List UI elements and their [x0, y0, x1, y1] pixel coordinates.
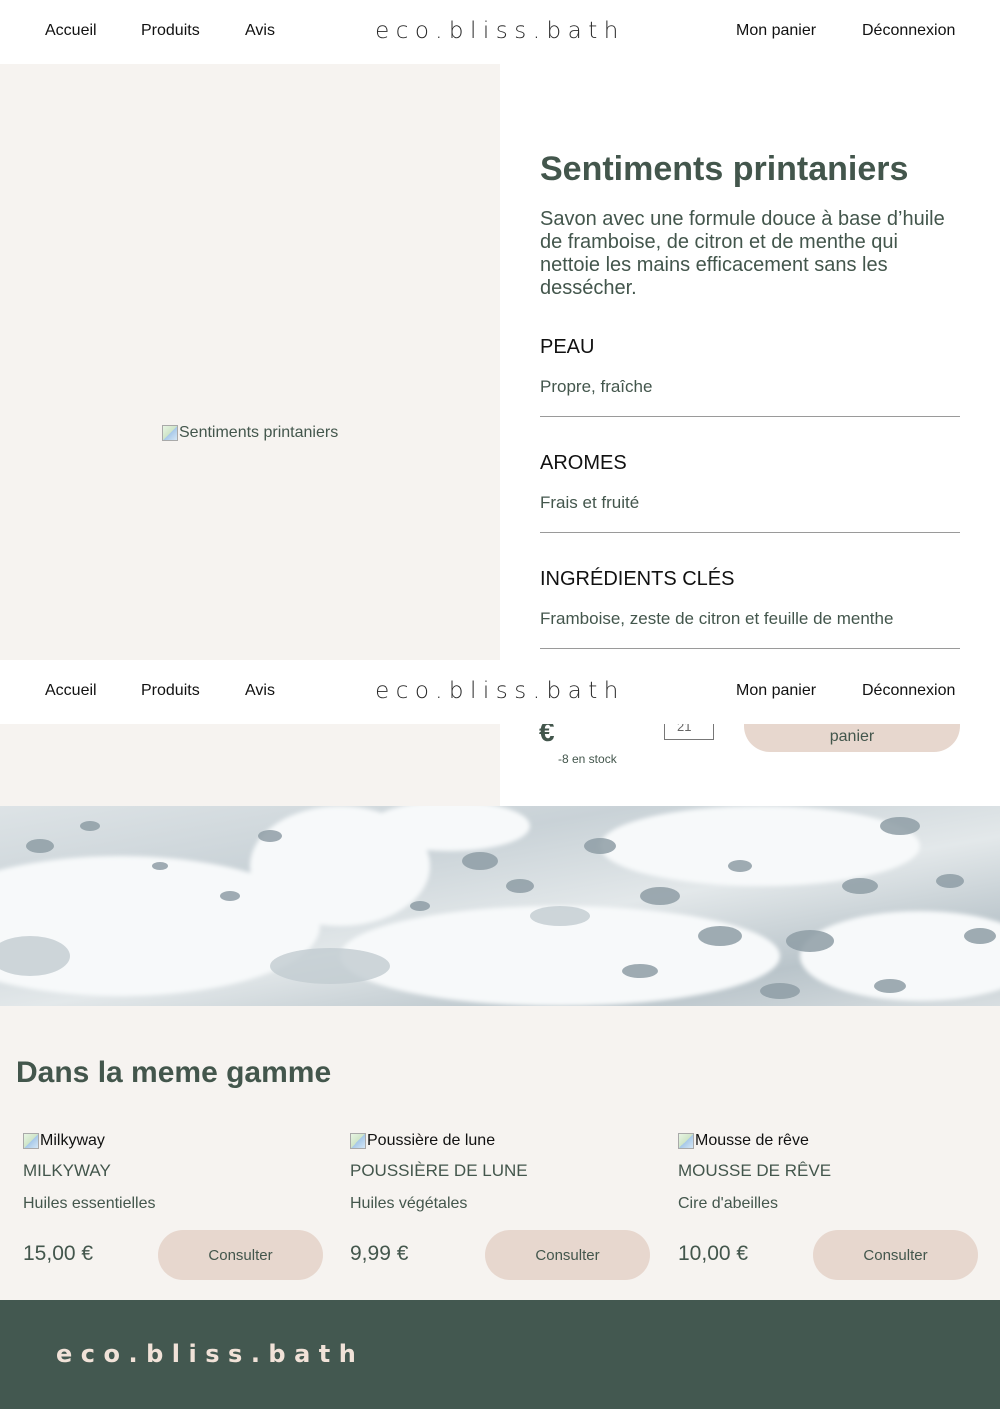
broken-image-icon — [678, 1133, 694, 1149]
product-card-image-alt: Poussière de lune — [367, 1132, 496, 1149]
product-card-image-alt: Mousse de rêve — [695, 1132, 809, 1149]
stock-status: -8 en stock — [558, 752, 617, 766]
divider — [540, 416, 960, 417]
product-card-type: Huiles végétales — [350, 1195, 468, 1212]
nav-logout-link[interactable]: Déconnexion — [862, 22, 955, 40]
foam-banner-image — [0, 806, 1000, 1006]
nav-home-link[interactable]: Accueil — [45, 682, 97, 700]
broken-image-icon — [162, 425, 178, 441]
product-image: Sentiments printaniers — [162, 424, 338, 442]
product-card-image: Mousse de rêve — [678, 1132, 809, 1150]
nav-reviews-link[interactable]: Avis — [245, 682, 275, 700]
divider — [540, 532, 960, 533]
consult-button[interactable]: Consulter — [158, 1230, 323, 1280]
nav-reviews-link[interactable]: Avis — [245, 22, 275, 40]
related-products-section: Dans la meme gamme Milkyway Milkyway Hui… — [0, 1006, 1000, 1300]
brand-logo[interactable]: eco.bliss.bath — [375, 678, 625, 704]
section-heading-ingredients: INGRÉDIENTS CLÉS — [540, 568, 735, 590]
product-description: Savon avec une formule douce à base d’hu… — [540, 208, 945, 299]
nav-logout-link[interactable]: Déconnexion — [862, 682, 955, 700]
nav-cart-link[interactable]: Mon panier — [736, 22, 816, 40]
section-heading-skin: PEAU — [540, 336, 595, 358]
product-image-alt: Sentiments printaniers — [179, 424, 339, 441]
broken-image-icon — [23, 1133, 39, 1149]
brand-logo[interactable]: eco.bliss.bath — [375, 18, 625, 44]
consult-button[interactable]: Consulter — [813, 1230, 978, 1280]
product-card-price: 9,99 € — [350, 1242, 409, 1265]
broken-image-icon — [350, 1133, 366, 1149]
nav-home-link[interactable]: Accueil — [45, 22, 97, 40]
product-card-price: 10,00 € — [678, 1242, 749, 1265]
product-card-image: Poussière de lune — [350, 1132, 495, 1150]
product-card-price: 15,00 € — [23, 1242, 94, 1265]
consult-button[interactable]: Consulter — [485, 1230, 650, 1280]
footer: eco.bliss.bath — [0, 1300, 1000, 1409]
nav-products-link[interactable]: Produits — [141, 22, 200, 40]
foam-texture — [0, 806, 1000, 1006]
related-products-title: Dans la meme gamme — [16, 1056, 332, 1089]
product-title: Sentiments printaniers — [540, 150, 909, 188]
section-value-skin: Propre, fraîche — [540, 377, 653, 396]
section-value-ingredients: Framboise, zeste de citron et feuille de… — [540, 609, 894, 628]
nav-products-link[interactable]: Produits — [141, 682, 200, 700]
product-card-type: Cire d'abeilles — [678, 1195, 778, 1212]
product-card-image: Milkyway — [23, 1132, 105, 1150]
product-card: Poussière de lune Poussière de lune Huil… — [350, 1132, 650, 1282]
footer-brand-logo[interactable]: eco.bliss.bath — [56, 1340, 364, 1368]
divider — [540, 648, 960, 649]
product-card-name: Milkyway — [23, 1161, 111, 1180]
product-card-name: Poussière de lune — [350, 1161, 528, 1180]
product-card-name: Mousse de rêve — [678, 1161, 832, 1180]
sticky-nav: Accueil Produits Avis eco.bliss.bath Mon… — [0, 660, 1000, 724]
product-card-image-alt: Milkyway — [40, 1132, 105, 1149]
top-nav: Accueil Produits Avis eco.bliss.bath Mon… — [0, 0, 1000, 64]
section-heading-aromas: AROMES — [540, 452, 627, 474]
product-card: Mousse de rêve Mousse de rêve Cire d'abe… — [678, 1132, 978, 1282]
section-value-aromas: Frais et fruité — [540, 493, 640, 512]
nav-cart-link[interactable]: Mon panier — [736, 682, 816, 700]
product-card-type: Huiles essentielles — [23, 1195, 156, 1212]
product-card: Milkyway Milkyway Huiles essentielles 15… — [23, 1132, 323, 1282]
